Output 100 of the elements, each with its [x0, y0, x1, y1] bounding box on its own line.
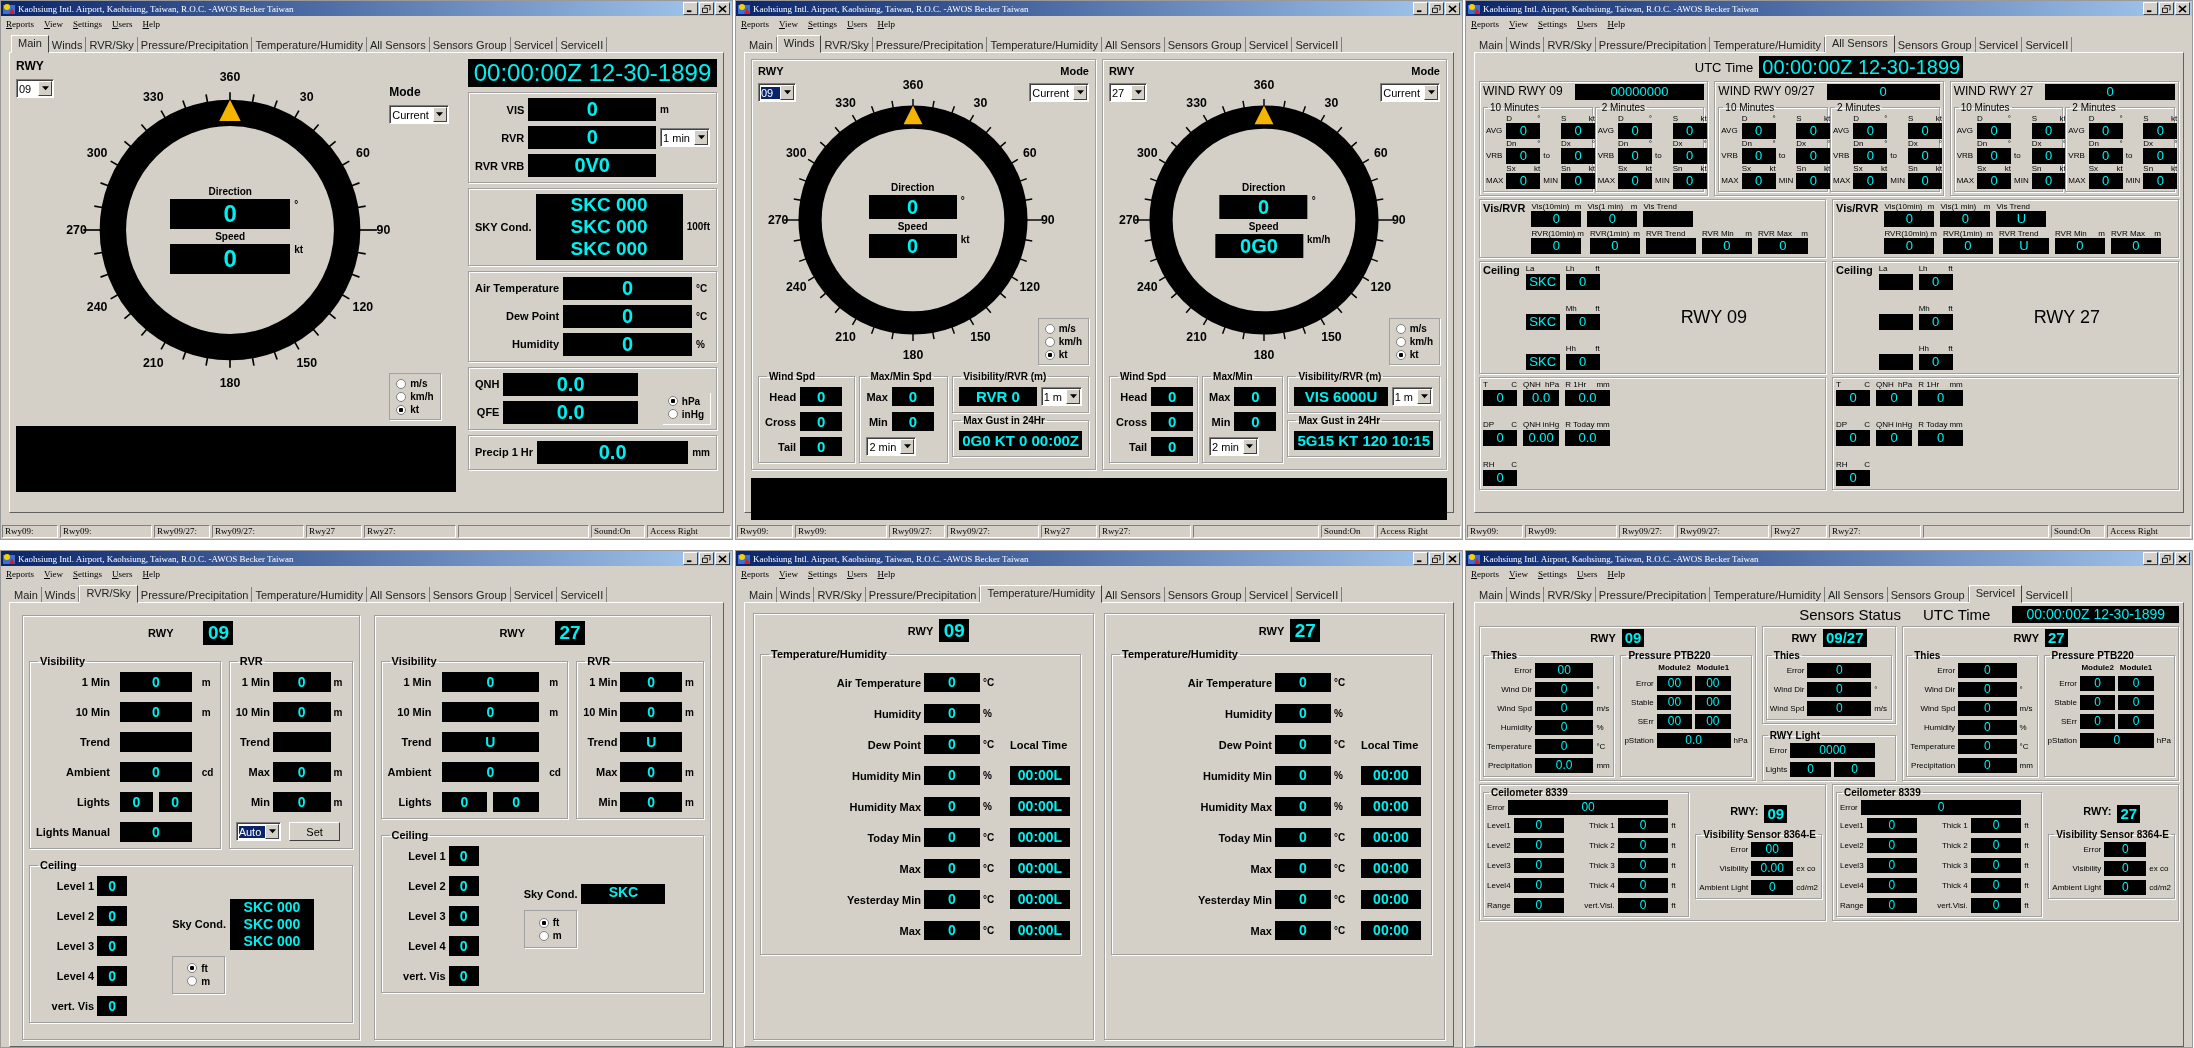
radio-button[interactable] — [187, 963, 198, 973]
tab[interactable]: Main — [11, 587, 42, 602]
radio-button[interactable] — [1044, 323, 1055, 334]
menu-item[interactable]: Settings — [73, 569, 102, 579]
min-button[interactable] — [1413, 2, 1428, 15]
tab[interactable]: Sensors Group — [1887, 587, 1969, 602]
tab[interactable]: Winds — [1506, 587, 1545, 602]
dropdown[interactable]: 2 min — [1209, 437, 1259, 456]
radio-button[interactable] — [667, 396, 678, 407]
menu-item[interactable]: View — [1509, 19, 1528, 29]
min-button[interactable] — [1413, 552, 1428, 565]
menu-item[interactable]: View — [779, 19, 798, 29]
menu-item[interactable]: Help — [877, 19, 895, 29]
tab[interactable]: Main — [11, 35, 49, 53]
menu-item[interactable]: Users — [1577, 19, 1598, 29]
close-button[interactable] — [2175, 2, 2190, 15]
tab[interactable]: ServiceII — [2022, 587, 2073, 602]
menu-item[interactable]: Help — [1607, 19, 1625, 29]
menu-item[interactable]: Help — [142, 569, 160, 579]
tab[interactable]: All Sensors — [1102, 37, 1165, 52]
tab[interactable]: RVR/Sky — [1544, 587, 1596, 602]
min-button[interactable] — [2143, 2, 2158, 15]
tab[interactable]: Pressure/Precipitation — [1595, 587, 1711, 602]
menu-item[interactable]: Settings — [808, 569, 837, 579]
tab[interactable]: Pressure/Precipitation — [1595, 37, 1711, 52]
tab[interactable]: Main — [746, 587, 777, 602]
menu-item[interactable]: Reports — [6, 569, 34, 579]
menu-item[interactable]: Help — [877, 569, 895, 579]
max-button[interactable] — [699, 2, 714, 15]
menu-item[interactable]: Reports — [741, 19, 769, 29]
menu-item[interactable]: Users — [112, 19, 133, 29]
max-button[interactable] — [1429, 552, 1444, 565]
dropdown[interactable]: 09 — [16, 79, 54, 98]
radio-button[interactable] — [396, 391, 407, 402]
tab[interactable]: Winds — [48, 37, 87, 52]
tab[interactable]: All Sensors — [1825, 587, 1888, 602]
menu-item[interactable]: View — [779, 569, 798, 579]
menu-item[interactable]: Users — [112, 569, 133, 579]
radio-button[interactable] — [538, 930, 549, 941]
menu-item[interactable]: Users — [847, 19, 868, 29]
action-button[interactable]: Set — [289, 822, 340, 841]
max-button[interactable] — [2159, 552, 2174, 565]
tab[interactable]: ServiceII — [557, 37, 608, 52]
tab[interactable]: Winds — [776, 587, 815, 602]
menu-item[interactable]: Settings — [73, 19, 102, 29]
menu-item[interactable]: Users — [847, 569, 868, 579]
max-button[interactable] — [2159, 2, 2174, 15]
radio-button[interactable] — [187, 976, 198, 986]
tab[interactable]: RVR/Sky — [814, 587, 866, 602]
tab[interactable]: Sensors Group — [1894, 37, 1976, 52]
radio-button[interactable] — [1044, 336, 1055, 347]
tab[interactable]: Winds — [1506, 37, 1545, 52]
menu-item[interactable]: View — [44, 569, 63, 579]
close-button[interactable] — [715, 552, 730, 565]
tab[interactable]: RVR/Sky — [86, 37, 138, 52]
menu-item[interactable]: Settings — [1538, 569, 1567, 579]
tab[interactable]: RVR/Sky — [821, 37, 873, 52]
close-button[interactable] — [1445, 2, 1460, 15]
radio-button[interactable] — [538, 917, 549, 928]
tab[interactable]: RVR/Sky — [1544, 37, 1596, 52]
dropdown[interactable]: 1 min — [660, 128, 710, 147]
tab[interactable]: ServiceII — [1292, 37, 1343, 52]
tab[interactable]: Main — [1476, 587, 1507, 602]
menu-item[interactable]: Settings — [1538, 19, 1567, 29]
tab[interactable]: ServiceI — [510, 37, 558, 52]
max-button[interactable] — [699, 552, 714, 565]
menu-item[interactable]: Reports — [1471, 569, 1499, 579]
menu-item[interactable]: Users — [1577, 569, 1598, 579]
close-button[interactable] — [1445, 552, 1460, 565]
min-button[interactable] — [2143, 552, 2158, 565]
tab[interactable]: Temperature/Humidity — [987, 37, 1103, 52]
tab[interactable]: All Sensors — [367, 37, 430, 52]
dropdown[interactable]: 27 — [1109, 83, 1147, 102]
tab[interactable]: All Sensors — [1102, 587, 1165, 602]
tab[interactable]: Winds — [776, 35, 822, 53]
tab[interactable]: ServiceII — [557, 587, 608, 602]
tab[interactable]: ServiceI — [510, 587, 558, 602]
menu-item[interactable]: Reports — [1471, 19, 1499, 29]
tab[interactable]: Sensors Group — [429, 587, 511, 602]
close-button[interactable] — [2175, 552, 2190, 565]
tab[interactable]: All Sensors — [367, 587, 430, 602]
tab[interactable]: Sensors Group — [1164, 587, 1246, 602]
menu-item[interactable]: View — [1509, 569, 1528, 579]
tab[interactable]: ServiceI — [1975, 37, 2023, 52]
tab[interactable]: Pressure/Precipitation — [137, 587, 253, 602]
tab[interactable]: Main — [1476, 37, 1507, 52]
radio-button[interactable] — [1044, 349, 1055, 360]
dropdown[interactable]: 1 m — [1040, 387, 1082, 406]
dropdown[interactable]: 09 — [758, 83, 796, 102]
tab[interactable]: RVR/Sky — [79, 585, 138, 603]
tab[interactable]: Temperature/Humidity — [252, 37, 368, 52]
tab[interactable]: Pressure/Precipitation — [137, 37, 253, 52]
max-button[interactable] — [1429, 2, 1444, 15]
tab[interactable]: Temperature/Humidity — [252, 587, 368, 602]
min-button[interactable] — [683, 2, 698, 15]
radio-button[interactable] — [667, 409, 678, 420]
dropdown[interactable]: Auto — [235, 822, 282, 841]
radio-button[interactable] — [1395, 349, 1406, 360]
tab[interactable]: Main — [746, 37, 777, 52]
tab[interactable]: ServiceII — [1292, 587, 1343, 602]
